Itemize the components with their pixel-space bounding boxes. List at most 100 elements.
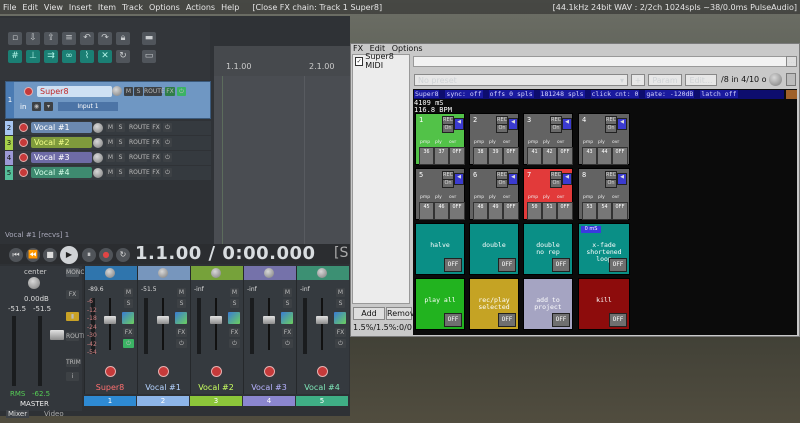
mute-button[interactable]: M [336,288,345,297]
edit-button[interactable]: Edit... [685,74,717,86]
loop-pad[interactable]: 3 REC On ◀ pmp ply ovr 41 42 OFF [523,113,573,165]
volume-fader[interactable] [263,316,275,324]
record-arm-button[interactable] [158,366,169,377]
action-pad[interactable]: halve OFF [415,223,465,275]
volume-knob[interactable] [93,168,103,178]
solo-button[interactable]: S [134,87,143,96]
pad-overdub[interactable]: OFF [449,202,465,220]
volume-fader[interactable] [210,316,222,324]
solo-button[interactable]: S [124,299,133,308]
preset-select[interactable]: No preset ▾ [414,74,628,86]
param-button[interactable]: Param [648,74,682,86]
action-pad[interactable]: rec/play selected OFF [469,278,519,330]
volume-knob[interactable] [93,138,103,148]
record-arm-button[interactable] [211,366,222,377]
solo-button[interactable]: S [283,299,292,308]
fx-button[interactable]: FX [151,153,161,162]
on-button[interactable]: On [550,179,562,188]
input-select[interactable]: Input 1 [58,102,118,111]
new-project-icon[interactable]: ▫ [8,32,22,45]
speaker-icon[interactable]: ◀ [508,118,518,130]
route-button[interactable]: ROUTE [129,153,150,162]
status-click[interactable]: click cnt: 0 [590,90,640,98]
menu-edit[interactable]: Edit [22,3,38,12]
add-fx-button[interactable]: Add [353,307,385,320]
fx-button[interactable]: FX [151,123,161,132]
pad-note-in[interactable]: 38 [473,147,488,165]
pad-overdub[interactable]: OFF [557,147,573,165]
menu-insert[interactable]: Insert [69,3,92,12]
action-pad[interactable]: add to project OFF [523,278,573,330]
record-arm-button[interactable] [19,138,28,147]
pad-note-in[interactable]: 50 [527,202,542,220]
solo-button[interactable]: S [230,299,239,308]
solo-button[interactable]: S [116,123,125,132]
save-preset-button[interactable]: + [631,74,645,86]
time-display[interactable]: 1.1.00 / 0:00.000 [135,243,316,264]
pad-overdub[interactable]: OFF [612,147,628,165]
remove-fx-button[interactable]: Remov [386,307,415,320]
volume-fader[interactable] [157,316,169,324]
strip-name[interactable]: Vocal #3 [243,383,295,392]
status-offset[interactable]: offs 0 spls [488,90,534,98]
pad-overdub[interactable]: OFF [449,147,465,165]
on-button[interactable]: On [496,124,508,133]
mute-button[interactable]: M [283,288,292,297]
crossfade-icon[interactable]: ✕ [98,50,112,63]
mute-button[interactable]: M [124,288,133,297]
master-mono-button[interactable]: MONO [66,268,85,277]
pan-knob[interactable] [158,268,168,278]
record-arm-button[interactable] [24,87,33,96]
track-row[interactable]: 3 Vocal #2 M S ROUTE FX ⏻ [5,136,211,150]
undo-icon[interactable]: ↶ [80,32,94,45]
menu-actions[interactable]: Actions [186,3,215,12]
volume-knob[interactable] [93,123,103,133]
loop-pad[interactable]: 4 REC On ◀ pmp ply ovr 43 44 OFF [578,113,630,165]
open-project-icon[interactable]: ⇩ [26,32,40,45]
mute-button[interactable]: M [106,123,115,132]
mute-button[interactable]: M [106,153,115,162]
fx-button[interactable]: FX [123,328,134,337]
fx-bypass-icon[interactable]: ⏻ [163,123,172,132]
lock-icon[interactable]: 🔒︎ [116,32,130,45]
tab-video[interactable]: Video [44,410,64,418]
action-pad[interactable]: kill OFF [578,278,630,330]
track-name[interactable]: Super8 [37,86,112,97]
timeline-ruler[interactable]: 1.1.00 2.1.00 [214,46,350,76]
master-route-button[interactable]: ROUTE [66,332,87,341]
stop-icon[interactable]: ■ [43,248,57,262]
speaker-icon[interactable]: ◀ [508,173,518,185]
loop-pad[interactable]: 6 REC On ◀ pmp ply ovr 48 49 OFF [469,168,519,220]
tab-mixer[interactable]: Mixer [6,410,30,418]
record-arm-button[interactable] [19,123,28,132]
record-arm-button[interactable] [19,153,28,162]
menu-file[interactable]: File [3,3,16,12]
menu-track[interactable]: Track [122,3,143,12]
pad-note-in[interactable]: 43 [582,147,597,165]
fx-bypass-icon[interactable]: ⏻ [282,339,293,348]
mute-button[interactable]: M [124,87,133,96]
metronome-icon[interactable]: ▬ [142,32,156,45]
pad-overdub[interactable]: OFF [503,147,519,165]
record-arm-button[interactable] [317,366,328,377]
save-project-icon[interactable]: ⇪ [44,32,58,45]
strip-name[interactable]: Super8 [84,383,136,392]
action-off-button[interactable]: OFF [444,258,462,272]
ripple-icon[interactable]: ⇉ [44,50,58,63]
solo-button[interactable]: S [116,153,125,162]
on-button[interactable]: On [550,124,562,133]
snap-icon[interactable]: ⊥ [26,50,40,63]
on-button[interactable]: On [442,179,454,188]
track-name[interactable]: Vocal #3 [31,152,92,163]
status-gate[interactable]: gate: -120dB [645,90,695,98]
volume-knob[interactable] [112,86,122,96]
phase-icon[interactable] [175,312,187,324]
action-off-button[interactable]: OFF [444,313,462,327]
action-off-button[interactable]: OFF [498,258,516,272]
on-button[interactable]: On [605,124,617,133]
pan-knob[interactable] [317,268,327,278]
phase-icon[interactable] [334,312,346,324]
fx-button[interactable]: FX [282,328,293,337]
speaker-icon[interactable]: ◀ [454,173,464,185]
status-sync[interactable]: sync: off [445,90,483,98]
